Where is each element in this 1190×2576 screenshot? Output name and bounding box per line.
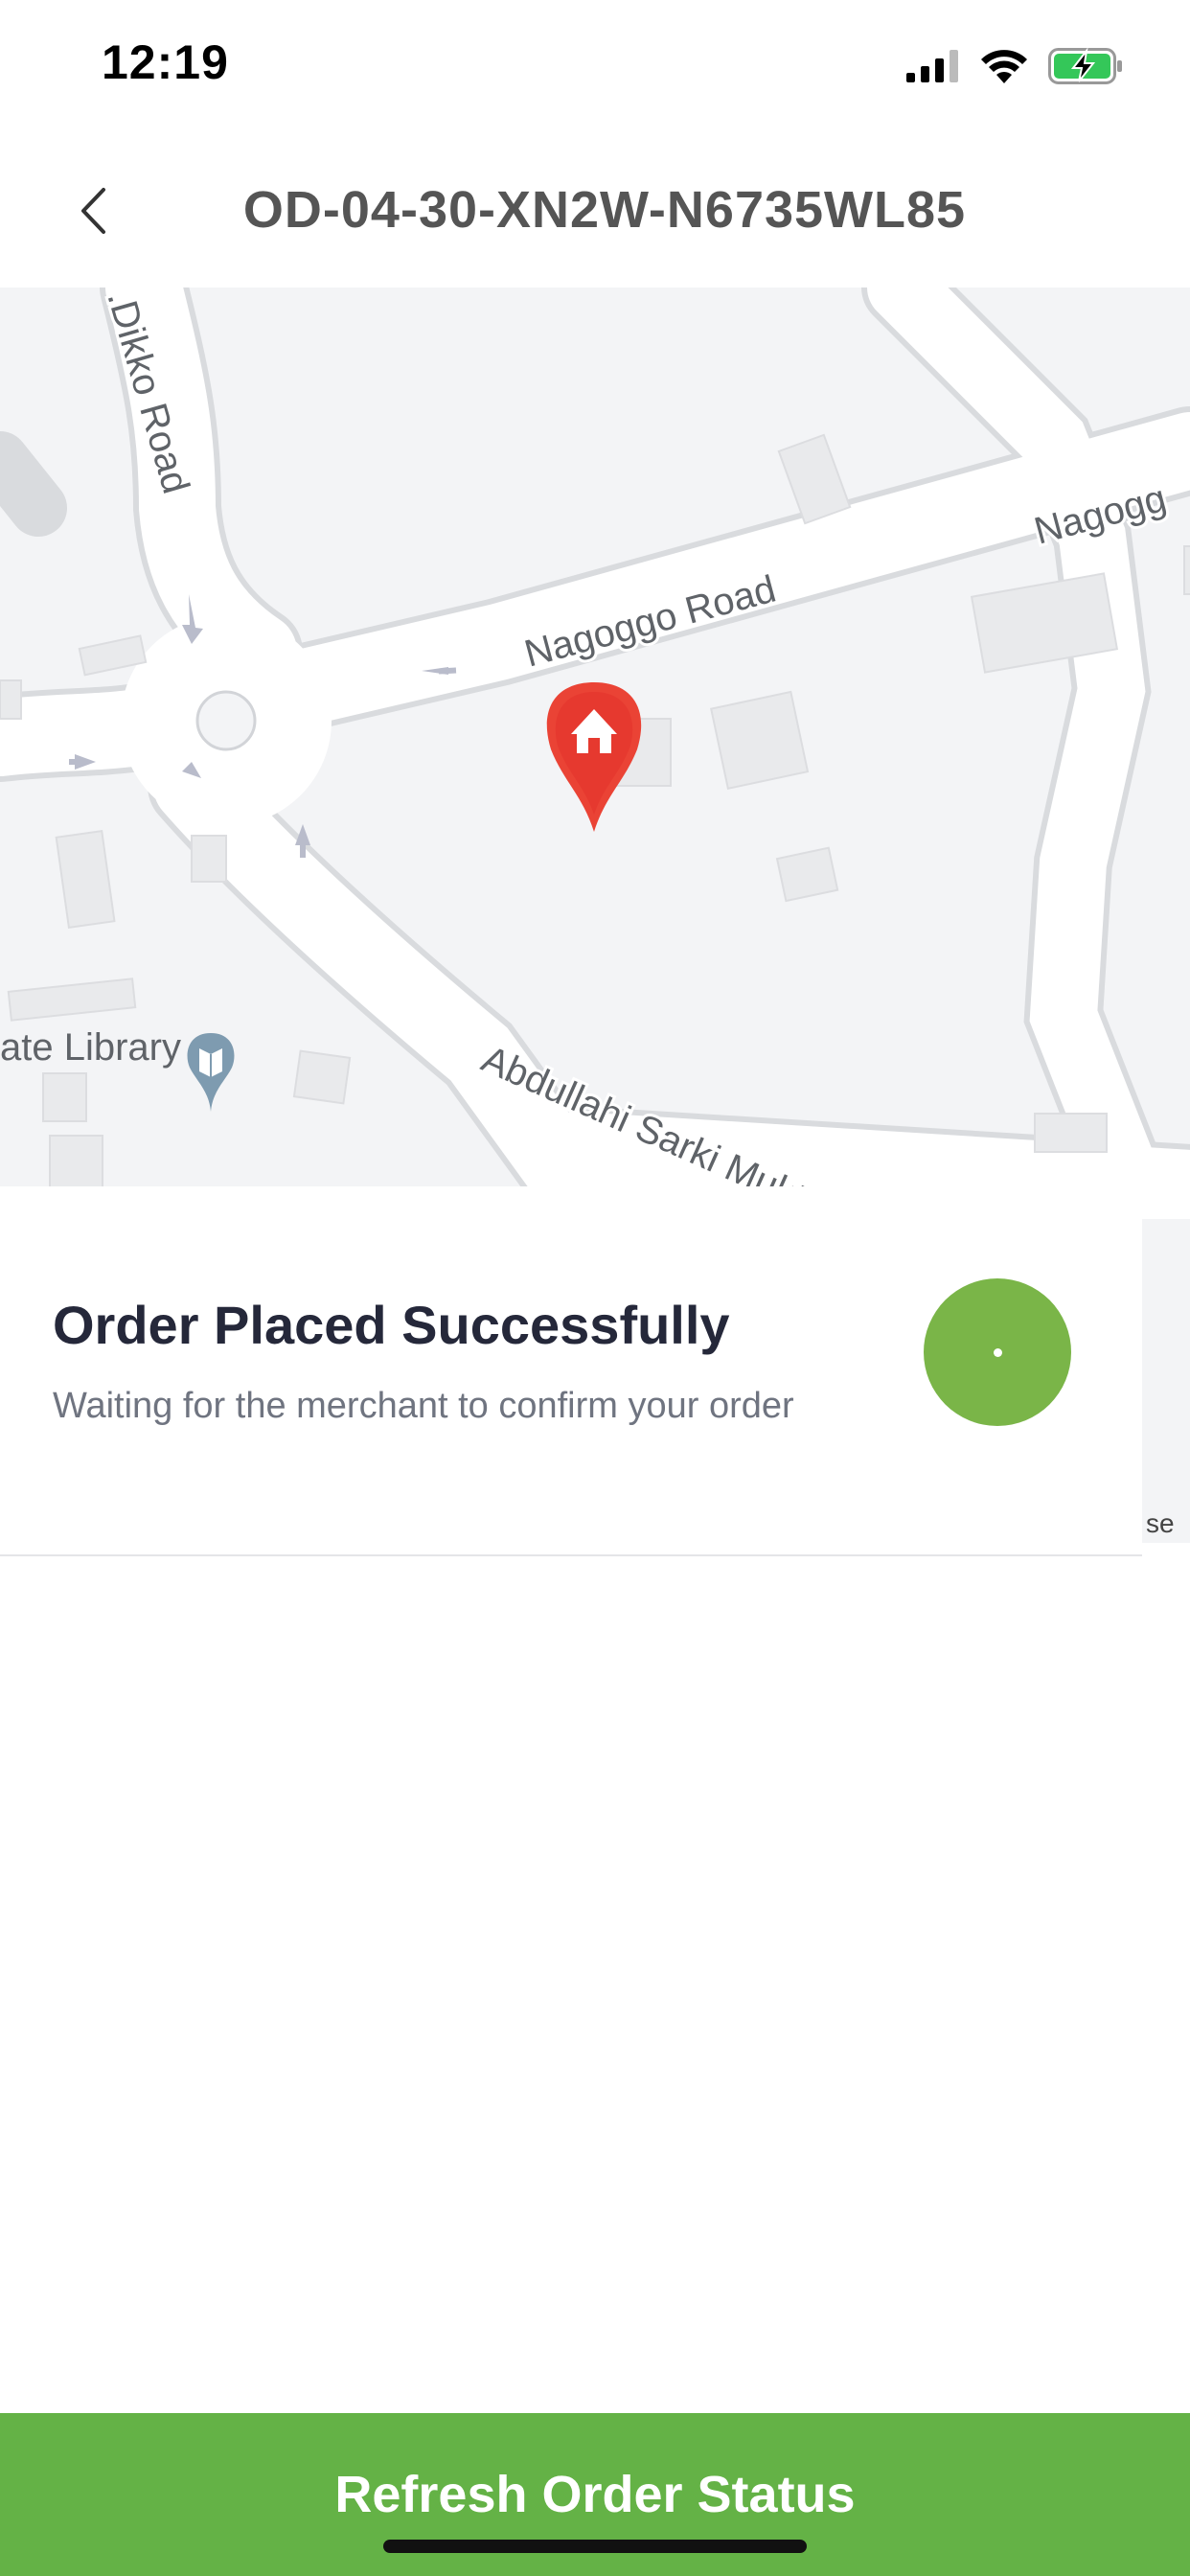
map-canvas: .Dikko Road Nagoggo Road Nagogg Abdullah… — [0, 288, 1190, 1186]
library-book-pin-icon[interactable] — [187, 1033, 235, 1112]
map-view[interactable]: .Dikko Road Nagoggo Road Nagogg Abdullah… — [0, 288, 1190, 1186]
refresh-order-status-label: Refresh Order Status — [334, 2466, 856, 2523]
app-header: OD-04-30-XN2W-N6735WL85 — [0, 134, 1190, 288]
home-map-pin-icon[interactable] — [546, 682, 642, 832]
home-indicator — [383, 2540, 807, 2553]
status-progress-indicator — [924, 1278, 1071, 1426]
order-status-subtitle: Waiting for the merchant to confirm your… — [53, 1386, 794, 1426]
status-bar: 12:19 — [0, 0, 1190, 134]
cellular-signal-icon — [906, 50, 958, 82]
order-status-card: Order Placed Successfully Waiting for th… — [0, 1186, 1142, 1556]
map-side-fragment — [1142, 1219, 1190, 1543]
battery-charging-icon — [1048, 48, 1122, 84]
status-icons — [906, 42, 1123, 90]
status-time: 12:19 — [102, 35, 229, 89]
order-status-title: Order Placed Successfully — [53, 1295, 730, 1355]
order-id-title: OD-04-30-XN2W-N6735WL85 — [242, 181, 967, 239]
map-label-library: ate Library — [0, 1026, 181, 1069]
wifi-icon — [981, 50, 1027, 83]
status-progress-dot — [994, 1348, 1002, 1357]
map-side-fragment-text: se — [1146, 1508, 1175, 1538]
